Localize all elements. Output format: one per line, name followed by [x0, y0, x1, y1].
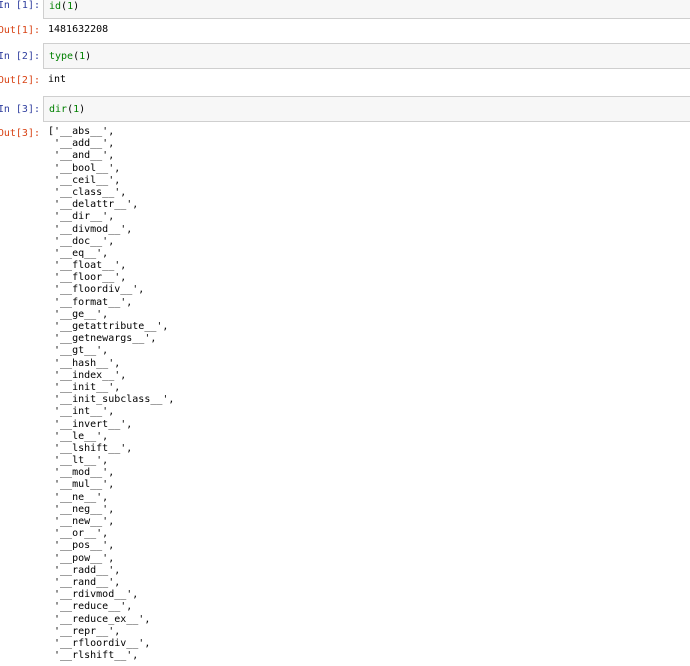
dir-output-item: '__neg__',: [48, 503, 115, 515]
cell-3-code-function: dir: [49, 104, 68, 115]
dir-output-item: '__rfloordiv__',: [48, 637, 151, 649]
dir-output-item: '__add__',: [48, 138, 115, 150]
cell-1-input-area[interactable]: id(1): [43, 0, 690, 19]
dir-output-item: '__floordiv__',: [48, 284, 145, 296]
dir-output-item: '__init__',: [48, 381, 121, 393]
cell-3-output-row: Out[3]: ['__abs__', '__add__', '__and__'…: [0, 122, 690, 666]
dir-output-item: '__ceil__',: [48, 174, 121, 186]
cell-1-output: 1481632208: [48, 24, 109, 35]
cell-2-input-row: In [2]: type(1): [0, 43, 690, 69]
cell-2-output-row: Out[2]: int: [0, 69, 690, 91]
dir-output-item: '__divmod__',: [48, 223, 133, 235]
cell-3-input-area[interactable]: dir(1): [43, 96, 690, 122]
dir-output-item: '__mul__',: [48, 479, 115, 491]
cell-1-output-row: Out[1]: 1481632208: [0, 19, 690, 41]
dir-output-item: '__int__',: [48, 406, 115, 418]
cell-1: In [1]: id(1) Out[1]: 1481632208: [0, 0, 690, 41]
cell-2-code-function: type: [49, 51, 74, 62]
dir-output-item: '__hash__',: [48, 357, 121, 369]
dir-output-item: '__pos__',: [48, 540, 115, 552]
cell-3-in-prompt: In [3]:: [0, 104, 40, 115]
cell-2-code[interactable]: type(1): [49, 50, 91, 63]
dir-output-item: '__format__',: [48, 296, 133, 308]
dir-output-item: '__index__',: [48, 369, 127, 381]
cell-1-out-prompt: Out[1]:: [0, 25, 40, 36]
dir-output-item: '__ge__',: [48, 308, 109, 320]
dir-output-item: '__new__',: [48, 516, 115, 527]
dir-output-item: '__doc__',: [48, 235, 115, 247]
dir-output-item: '__lshift__',: [48, 442, 133, 454]
dir-output-item: '__reduce_ex__',: [48, 613, 151, 625]
dir-output-item: '__bool__',: [48, 162, 121, 174]
cell-1-code-function: id: [49, 1, 62, 12]
dir-output-item: '__pow__',: [48, 552, 115, 564]
dir-output-item: '__ne__',: [48, 491, 109, 503]
dir-output-item: '__rand__',: [48, 576, 121, 588]
dir-output-item: '__gt__',: [48, 345, 109, 357]
cell-3-out-prompt: Out[3]:: [0, 128, 40, 139]
dir-output-item: '__and__',: [48, 150, 115, 162]
cell-1-input-row: In [1]: id(1): [0, 0, 690, 19]
dir-output-item: '__reduce__',: [48, 601, 133, 613]
dir-output-item: '__class__',: [48, 186, 127, 198]
cell-3: In [3]: dir(1) Out[3]: ['__abs__', '__ad…: [0, 96, 690, 666]
dir-output-item: '__repr__',: [48, 625, 121, 637]
dir-output-item: '__float__',: [48, 260, 127, 272]
cell-2-output: int: [48, 74, 67, 85]
dir-output-item: '__delattr__',: [48, 199, 139, 211]
cell-3-code[interactable]: dir(1): [49, 103, 85, 116]
cell-2-input-area[interactable]: type(1): [43, 43, 690, 69]
dir-output-item: '__floor__',: [48, 272, 127, 284]
dir-output-item: ['__abs__',: [48, 126, 115, 137]
notebook: In [1]: id(1) Out[1]: 1481632208 In [2]:…: [0, 0, 690, 666]
dir-output-item: '__mod__',: [48, 467, 115, 479]
dir-output-item: '__init_subclass__',: [48, 394, 175, 406]
dir-output-item: '__getnewargs__',: [48, 333, 157, 345]
cell-2-in-prompt: In [2]:: [0, 51, 40, 62]
dir-output-item: '__dir__',: [48, 211, 115, 223]
cell-1-code[interactable]: id(1): [49, 0, 79, 13]
dir-output-item: '__lt__',: [48, 455, 109, 467]
cell-1-in-prompt: In [1]:: [0, 0, 40, 11]
cell-3-input-row: In [3]: dir(1): [0, 96, 690, 122]
dir-output-item: '__or__',: [48, 528, 109, 540]
dir-output-item: '__rdivmod__',: [48, 589, 139, 601]
cell-2: In [2]: type(1) Out[2]: int: [0, 43, 690, 91]
cell-2-out-prompt: Out[2]:: [0, 75, 40, 86]
dir-output-item: '__invert__',: [48, 418, 133, 430]
cell-3-output-list: ['__abs__', '__add__', '__and__', '__boo…: [48, 126, 174, 662]
dir-output-item: '__eq__',: [48, 247, 109, 259]
dir-output-item: '__le__',: [48, 430, 109, 442]
dir-output-item: '__getattribute__',: [48, 321, 169, 332]
dir-output-item: '__radd__',: [48, 564, 121, 576]
dir-output-item: '__rlshift__',: [48, 650, 139, 662]
